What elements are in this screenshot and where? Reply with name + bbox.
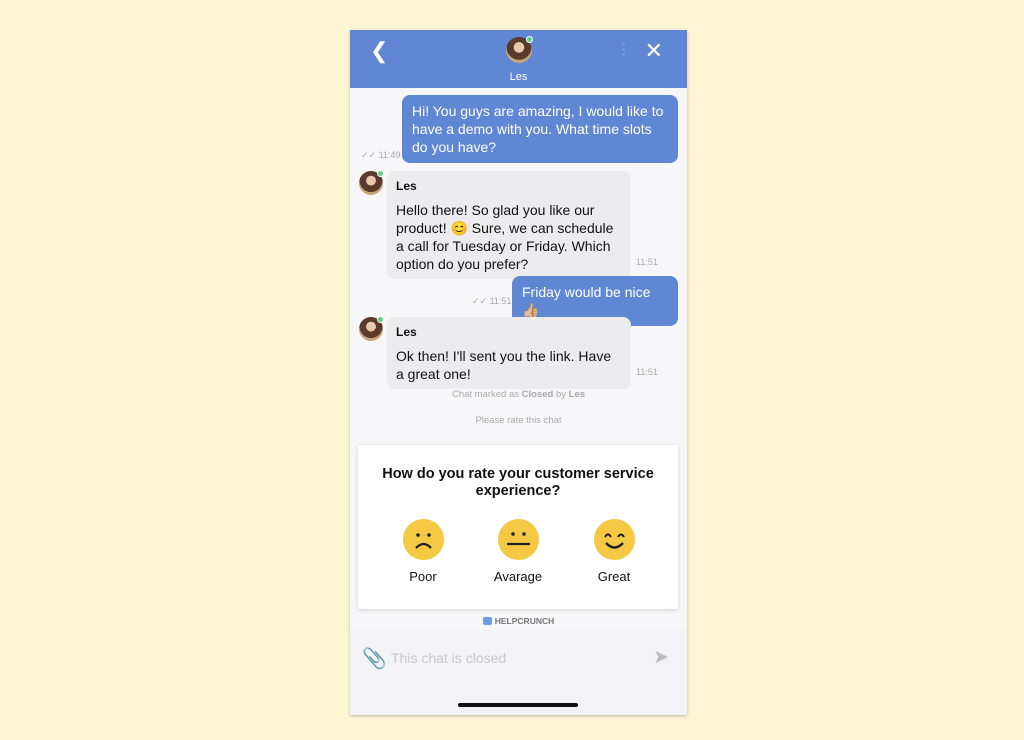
helpcrunch-branding[interactable]: HELPCRUNCH bbox=[350, 616, 687, 626]
sender-name: Les bbox=[396, 179, 417, 193]
agent-name: Les bbox=[509, 71, 528, 83]
rating-average[interactable]: Avarage bbox=[483, 519, 553, 584]
sad-face-icon bbox=[402, 519, 444, 560]
message-time: 11:51 bbox=[636, 367, 658, 377]
composer: 📎 This chat is closed ➤ bbox=[350, 630, 687, 715]
more-icon[interactable] bbox=[622, 42, 625, 56]
message-time: 11:51 bbox=[636, 257, 658, 267]
message-time: ✓✓ 11:51 bbox=[472, 296, 512, 306]
avatar bbox=[506, 36, 533, 63]
chat-widget: ❮ Les ✕ Hi! You guys are amazing, I woul… bbox=[350, 30, 687, 715]
happy-face-icon bbox=[593, 519, 635, 560]
rating-great[interactable]: Great bbox=[579, 519, 649, 584]
sender-name: Les bbox=[396, 325, 417, 339]
rating-card: How do you rate your customer service ex… bbox=[358, 445, 678, 609]
rating-poor[interactable]: Poor bbox=[388, 519, 458, 584]
avatar bbox=[359, 170, 384, 195]
rating-question: How do you rate your customer service ex… bbox=[382, 466, 654, 499]
message-user: Hi! You guys are amazing, I would like t… bbox=[402, 95, 678, 163]
chevron-left-icon[interactable]: ❮ bbox=[370, 38, 388, 64]
message-input[interactable]: This chat is closed bbox=[391, 650, 506, 666]
message-agent: Les Hello there! So glad you like our pr… bbox=[387, 171, 631, 279]
message-agent: Les Ok then! I'll sent you the link. Hav… bbox=[387, 317, 631, 389]
message-time: ✓✓ 11:49 bbox=[361, 150, 401, 160]
chat-header: ❮ Les ✕ bbox=[350, 30, 687, 88]
home-indicator bbox=[458, 703, 578, 707]
neutral-face-icon bbox=[497, 519, 539, 560]
avatar bbox=[359, 316, 384, 341]
paperclip-icon[interactable]: 📎 bbox=[362, 646, 387, 671]
message-text: Ok then! I'll sent you the link. Have a … bbox=[396, 348, 612, 382]
message-text: Hi! You guys are amazing, I would like t… bbox=[412, 103, 664, 155]
chat-closed-notice: Chat marked as Closed by Les bbox=[451, 389, 586, 400]
close-icon[interactable]: ✕ bbox=[645, 38, 663, 64]
helpcrunch-logo-icon bbox=[482, 617, 492, 625]
message-text: Friday would be nice 👍🏼 bbox=[522, 284, 651, 318]
rate-prompt: Please rate this chat bbox=[475, 415, 562, 426]
send-icon[interactable]: ➤ bbox=[653, 646, 669, 669]
message-text: Hello there! So glad you like our produc… bbox=[396, 202, 614, 272]
